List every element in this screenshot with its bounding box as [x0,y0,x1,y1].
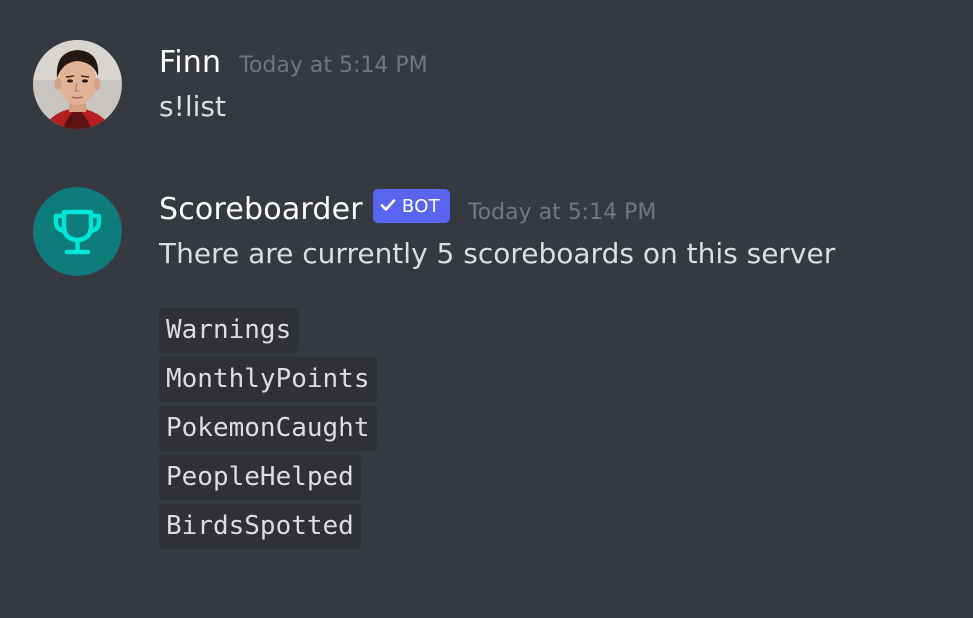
inline-code: MonthlyPoints [159,357,377,402]
username[interactable]: Finn [159,45,221,80]
inline-code: PeopleHelped [159,455,361,500]
verified-check-icon [380,196,396,217]
list-item: MonthlyPoints [159,355,953,404]
timestamp: Today at 5:14 PM [467,199,657,225]
list-item: PokemonCaught [159,404,953,453]
message-header: Finn Today at 5:14 PM [159,40,953,84]
message-text: s!list [159,90,226,123]
scoreboard-list: Warnings MonthlyPoints PokemonCaught Peo… [159,306,953,551]
bot-badge: BOT [372,189,450,223]
bot-badge-label: BOT [401,195,440,217]
timestamp: Today at 5:14 PM [239,52,428,78]
list-item: Warnings [159,306,953,355]
message-text: There are currently 5 scoreboards on thi… [159,237,836,270]
list-item: PeopleHelped [159,453,953,502]
inline-code: BirdsSpotted [159,504,361,549]
list-item: BirdsSpotted [159,502,953,551]
inline-code: PokemonCaught [159,406,377,451]
username[interactable]: Scoreboarder [159,192,363,227]
message-header: Scoreboarder BOT Today at 5:14 PM [159,187,953,231]
user-photo-avatar [33,40,122,129]
user-avatar[interactable] [33,40,122,129]
message-content: Finn Today at 5:14 PM s!list [159,40,953,130]
bot-avatar[interactable] [33,187,122,276]
inline-code: Warnings [159,308,299,353]
trophy-icon [33,187,122,276]
message-content: Scoreboarder BOT Today at 5:14 PM There … [159,187,953,551]
